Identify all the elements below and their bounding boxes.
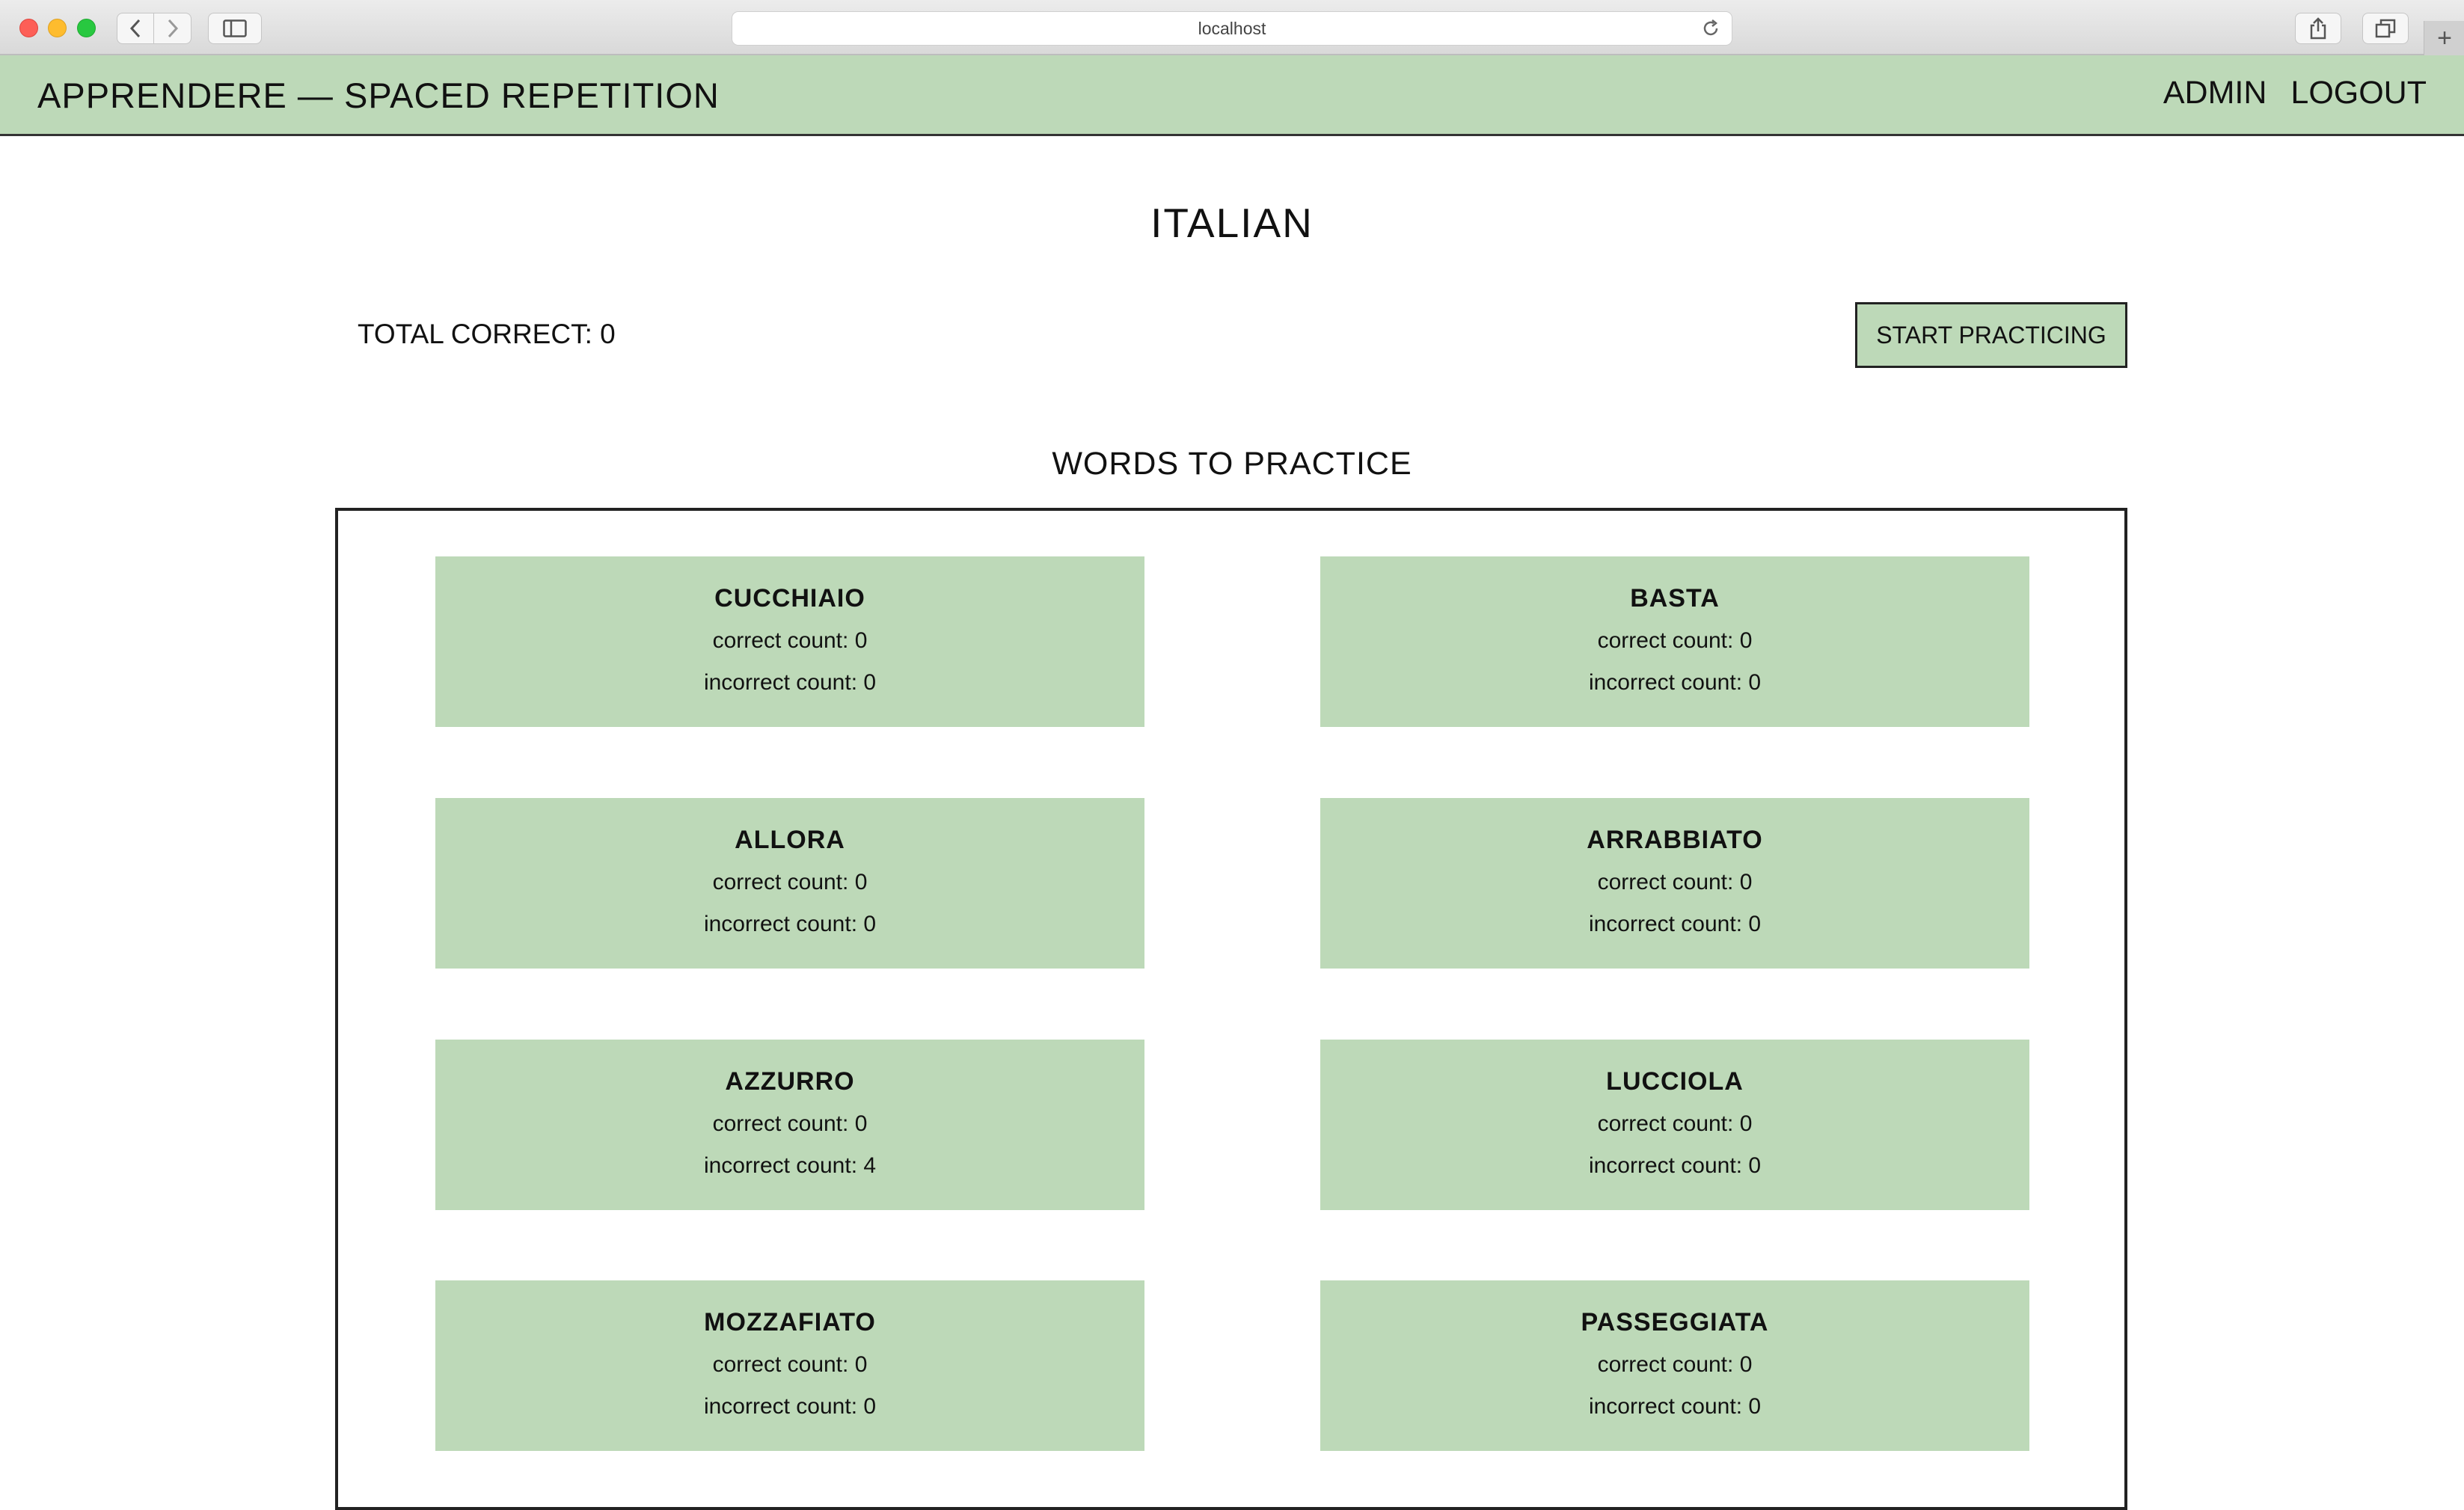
start-practicing-button[interactable]: START PRACTICING [1855,302,2127,368]
correct-count: correct count: 0 [712,1352,868,1377]
correct-count: correct count: 0 [1597,628,1753,653]
tabs-icon [2375,19,2396,38]
share-button[interactable] [2295,13,2341,44]
incorrect-count: incorrect count: 0 [1588,1153,1762,1178]
correct-count: correct count: 0 [712,870,868,894]
word-text: ALLORA [735,826,845,854]
word-text: ARRABBIATO [1587,826,1763,854]
correct-count: correct count: 0 [1597,1111,1753,1136]
logout-link[interactable]: LOGOUT [2290,75,2427,111]
correct-count: correct count: 0 [1597,870,1753,894]
word-card: LUCCIOLA correct count: 0 incorrect coun… [1320,1040,2029,1210]
address-text: localhost [1198,18,1266,38]
incorrect-count: incorrect count: 0 [703,912,877,936]
correct-count: correct count: 0 [1597,1352,1753,1377]
correct-count: correct count: 0 [712,1111,868,1136]
show-tabs-button[interactable] [2362,13,2409,44]
word-card: CUCCHIAIO correct count: 0 incorrect cou… [435,556,1144,727]
incorrect-count: incorrect count: 0 [1588,912,1762,936]
total-correct: TOTAL CORRECT: 0 [358,319,616,349]
plus-icon: + [2437,23,2452,52]
word-card: PASSEGGIATA correct count: 0 incorrect c… [1320,1280,2029,1451]
chevron-left-icon [129,19,141,38]
word-text: CUCCHIAIO [714,584,865,613]
close-window-icon[interactable] [19,19,38,37]
reload-icon[interactable] [1700,18,1721,39]
word-card: ARRABBIATO correct count: 0 incorrect co… [1320,798,2029,969]
header-nav: ADMIN LOGOUT [2163,75,2427,111]
chevron-right-icon [168,19,178,38]
incorrect-count: incorrect count: 0 [1588,1394,1762,1419]
app-title: APPRENDERE — SPACED REPETITION [37,76,720,115]
word-text: MOZZAFIATO [704,1308,876,1336]
minimize-window-icon[interactable] [48,19,67,37]
word-card: MOZZAFIATO correct count: 0 incorrect co… [435,1280,1144,1451]
incorrect-count: incorrect count: 0 [703,1394,877,1419]
admin-link[interactable]: ADMIN [2163,75,2267,111]
incorrect-count: incorrect count: 0 [703,670,877,695]
browser-toolbar: localhost [0,0,2464,55]
word-text: LUCCIOLA [1606,1067,1744,1096]
word-card: AZZURRO correct count: 0 incorrect count… [435,1040,1144,1210]
word-text: AZZURRO [725,1067,855,1096]
address-bar[interactable]: localhost [732,11,1732,46]
word-card: ALLORA correct count: 0 incorrect count:… [435,798,1144,969]
word-card: BASTA correct count: 0 incorrect count: … [1320,556,2029,727]
back-button[interactable] [117,13,154,44]
correct-count: correct count: 0 [712,628,868,653]
sidebar-toggle-button[interactable] [208,13,262,44]
word-text: BASTA [1630,584,1720,613]
share-icon [2310,17,2326,40]
sidebar-icon [223,19,247,37]
incorrect-count: incorrect count: 4 [703,1153,877,1178]
incorrect-count: incorrect count: 0 [1588,670,1762,695]
fullscreen-window-icon[interactable] [77,19,96,37]
forward-button[interactable] [154,13,191,44]
app-header: APPRENDERE — SPACED REPETITION ADMIN LOG… [0,55,2464,136]
words-list: CUCCHIAIO correct count: 0 incorrect cou… [335,508,2127,1510]
language-title: ITALIAN [1150,200,1314,246]
words-heading: WORDS TO PRACTICE [1052,446,1412,482]
new-tab-button[interactable]: + [2424,21,2464,55]
word-text: PASSEGGIATA [1581,1308,1769,1336]
